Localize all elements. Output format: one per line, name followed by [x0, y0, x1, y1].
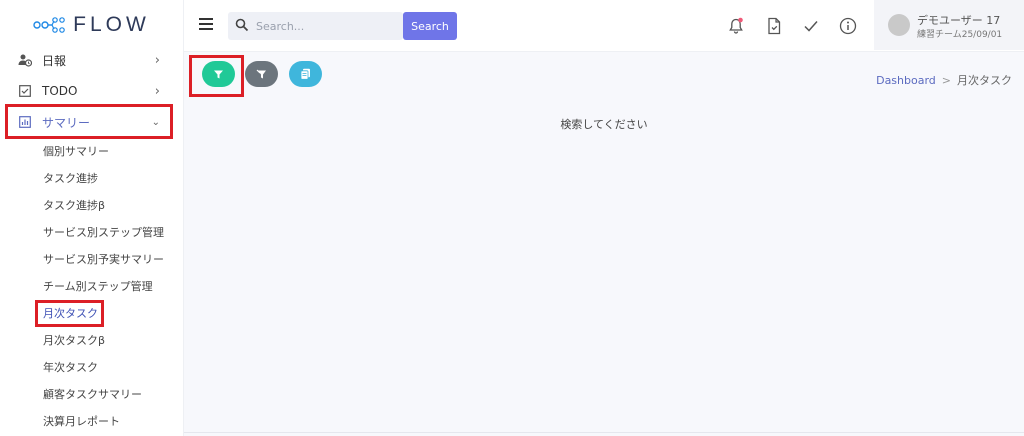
breadcrumb-home[interactable]: Dashboard [876, 74, 936, 87]
sub-item-task-progress[interactable]: タスク進捗 [43, 169, 98, 189]
tasks-done-button[interactable] [801, 16, 821, 36]
notifications-button[interactable] [726, 16, 746, 36]
checkbox-icon [18, 84, 32, 98]
search-button[interactable]: Search [403, 12, 457, 40]
sidebar-item-summary[interactable]: サマリー ⌄ [8, 109, 172, 135]
user-menu[interactable]: デモユーザー 17 練習チーム25/09/01 [874, 0, 1024, 50]
sub-item-closing-report[interactable]: 決算月レポート [43, 412, 120, 432]
user-team: 練習チーム25/09/01 [917, 30, 1003, 40]
content-divider [184, 432, 1024, 433]
breadcrumb: Dashboard > 月次タスク [876, 72, 1012, 88]
menu-toggle-icon[interactable] [199, 18, 213, 30]
info-icon [839, 17, 857, 35]
info-button[interactable] [838, 16, 858, 36]
sidebar-item-label: サマリー [42, 115, 91, 130]
search-box [228, 12, 403, 40]
filter-icon [214, 70, 223, 78]
top-header: Search デモユーザー 17 練習チーム25/09/01 [184, 0, 1024, 52]
avatar [888, 14, 910, 36]
search-icon [235, 18, 249, 32]
sub-item-service-budget[interactable]: サービス別予実サマリー [43, 250, 164, 270]
check-icon [804, 21, 818, 32]
sub-item-customer-task-summary[interactable]: 顧客タスクサマリー [43, 385, 142, 405]
bell-icon [729, 17, 743, 34]
document-icon [768, 17, 781, 35]
brand-name: FLOW [73, 13, 150, 36]
sub-item-monthly-task-beta[interactable]: 月次タスクβ [43, 331, 105, 351]
breadcrumb-current: 月次タスク [957, 74, 1012, 87]
brand-logo[interactable]: FLOW [0, 0, 183, 50]
chart-icon [18, 115, 32, 129]
sub-item-service-step[interactable]: サービス別ステップ管理 [43, 223, 164, 243]
sidebar-item-label: TODO [42, 84, 78, 98]
user-name: デモユーザー 17 [917, 14, 1001, 27]
user-clock-icon [18, 53, 32, 67]
sidebar-item-todo[interactable]: TODO › [8, 78, 172, 104]
filter-clear-icon [256, 69, 266, 78]
sub-item-team-step[interactable]: チーム別ステップ管理 [43, 277, 153, 297]
main-content: Dashboard > 月次タスク 検索してください [184, 52, 1024, 436]
sub-item-individual-summary[interactable]: 個別サマリー [43, 142, 109, 162]
empty-state-message: 検索してください [560, 118, 648, 131]
app-root: FLOW 日報 › TODO › サマリー ⌄ 個別サマリー タスク進捗 タスク… [0, 0, 1024, 436]
sidebar-item-nippo[interactable]: 日報 › [8, 47, 172, 73]
flow-logo-icon [33, 17, 65, 33]
chevron-down-icon: ⌄ [151, 116, 160, 128]
document-button[interactable] [764, 16, 784, 36]
copy-icon [300, 68, 310, 80]
sidebar: FLOW 日報 › TODO › サマリー ⌄ 個別サマリー タスク進捗 タスク… [0, 0, 184, 436]
sub-item-monthly-task[interactable]: 月次タスク [43, 304, 98, 324]
copy-button[interactable] [289, 61, 322, 87]
breadcrumb-separator: > [941, 74, 951, 87]
filter-button[interactable] [202, 61, 235, 87]
clear-filter-button[interactable] [245, 61, 278, 87]
sub-item-annual-task[interactable]: 年次タスク [43, 358, 98, 378]
search-input[interactable] [256, 17, 396, 35]
chevron-right-icon: › [154, 52, 160, 68]
sub-item-task-progress-beta[interactable]: タスク進捗β [43, 196, 105, 216]
chevron-right-icon: › [154, 83, 160, 99]
sidebar-item-label: 日報 [42, 53, 67, 68]
